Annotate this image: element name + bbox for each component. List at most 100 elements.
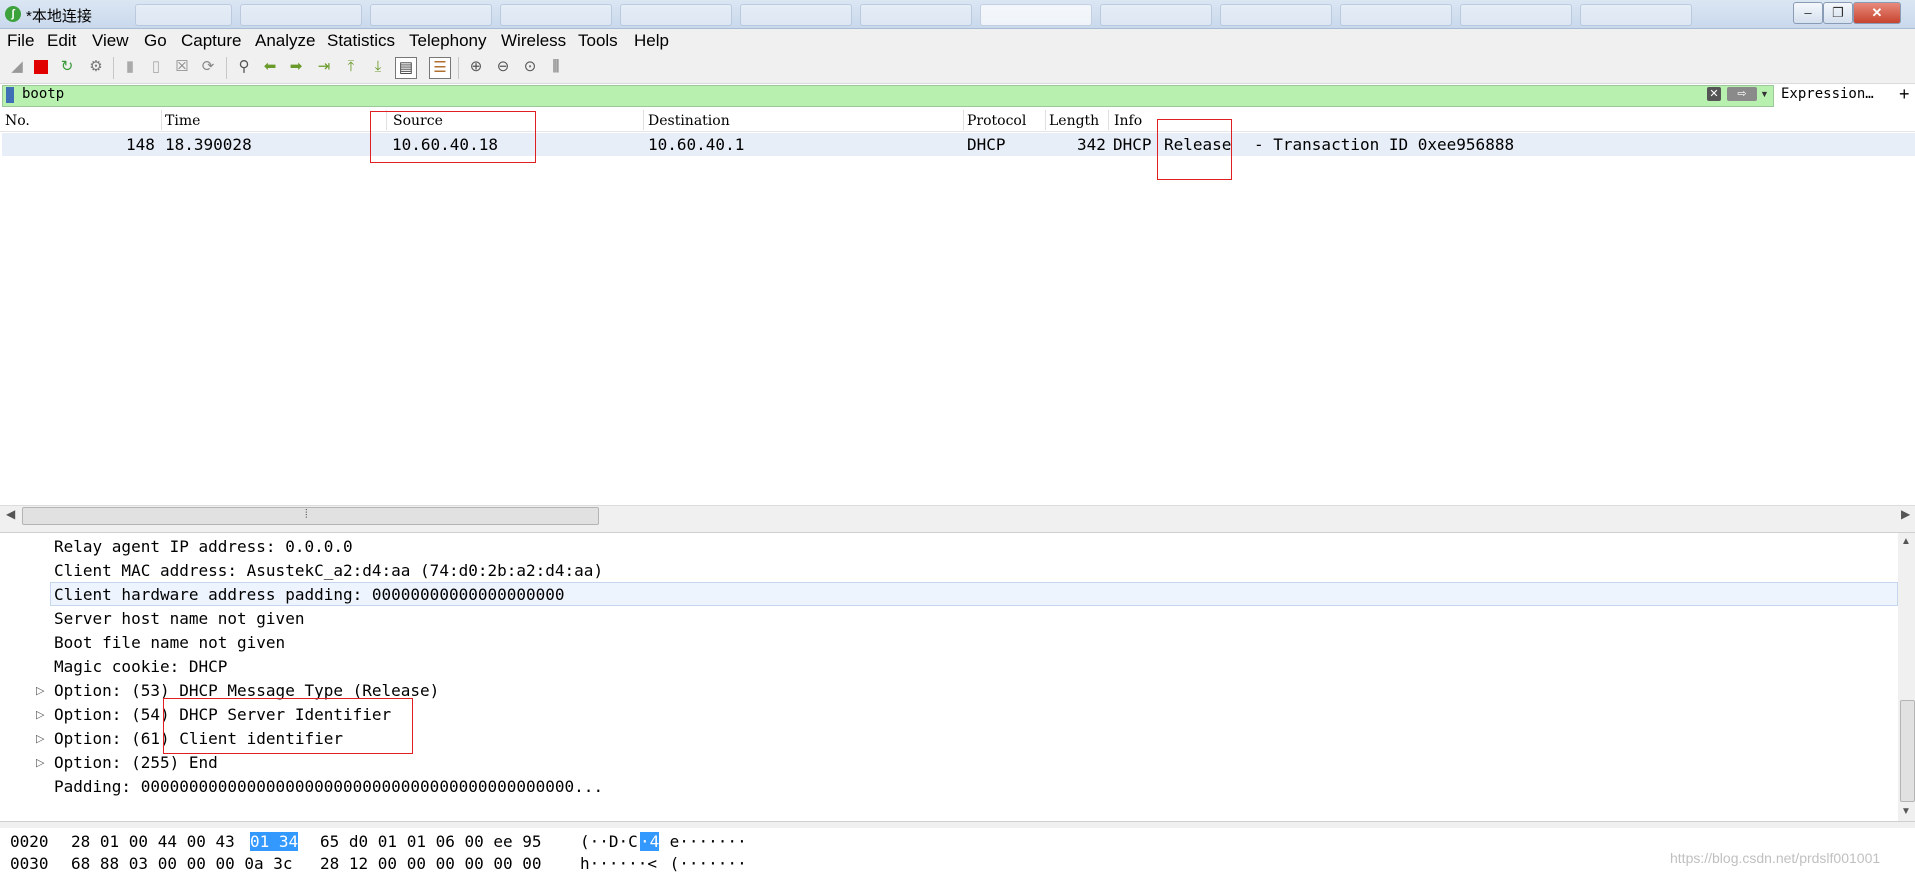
taskbar-tab[interactable] xyxy=(1100,4,1212,26)
menu-statistics[interactable]: Statistics xyxy=(327,31,395,51)
find-packet-icon[interactable]: ⚲ xyxy=(234,57,254,77)
expand-arrow-icon[interactable]: ▷ xyxy=(36,684,44,697)
scrollbar-thumb[interactable] xyxy=(1900,700,1915,802)
detail-option-255[interactable]: Option: (255) End xyxy=(54,753,218,772)
chevron-down-icon[interactable]: ▼ xyxy=(1760,87,1770,101)
bytes-ascii[interactable]: e······· xyxy=(660,832,747,851)
taskbar-tab[interactable] xyxy=(620,4,732,26)
bytes-ascii[interactable]: h······< xyxy=(580,854,657,873)
packet-info-protocol: DHCP xyxy=(1113,135,1152,154)
taskbar-tab[interactable] xyxy=(980,4,1092,26)
taskbar-tab[interactable] xyxy=(860,4,972,26)
taskbar-tab[interactable] xyxy=(1220,4,1332,26)
menu-analyze[interactable]: Analyze xyxy=(255,31,315,51)
restart-capture-icon[interactable]: ↻ xyxy=(57,57,77,77)
detail-line-selected[interactable]: Client hardware address padding: 0000000… xyxy=(54,585,565,604)
reload-file-icon[interactable]: ⟳ xyxy=(198,57,218,77)
start-capture-icon[interactable]: ◢ xyxy=(7,57,27,77)
stop-capture-icon[interactable] xyxy=(31,57,51,77)
expand-arrow-icon[interactable]: ▷ xyxy=(36,756,44,769)
filter-bookmark-icon[interactable] xyxy=(6,87,14,103)
taskbar-tab[interactable] xyxy=(1580,4,1692,26)
menu-capture[interactable]: Capture xyxy=(181,31,241,51)
capture-options-icon[interactable]: ⚙ xyxy=(86,57,106,77)
column-separator[interactable] xyxy=(1108,110,1109,130)
detail-line[interactable]: Client MAC address: AsustekC_a2:d4:aa (7… xyxy=(54,561,603,580)
add-filter-button[interactable]: + xyxy=(1899,84,1910,105)
column-separator[interactable] xyxy=(963,110,964,130)
close-icon[interactable]: ✕ xyxy=(1853,2,1901,24)
minimize-icon[interactable]: – xyxy=(1793,2,1823,24)
taskbar-tab[interactable] xyxy=(740,4,852,26)
window-title: *本地连接 xyxy=(26,8,92,25)
menu-tools[interactable]: Tools xyxy=(578,31,618,51)
colorize-icon[interactable]: ☰ xyxy=(429,57,451,79)
bytes-ascii-highlighted[interactable]: ·4 xyxy=(640,832,660,851)
column-header-destination[interactable]: Destination xyxy=(648,113,730,129)
zoom-in-icon[interactable]: ⊕ xyxy=(466,57,486,77)
last-packet-icon[interactable]: ⤓ xyxy=(368,57,388,77)
menu-file[interactable]: File xyxy=(7,31,34,51)
column-header-protocol[interactable]: Protocol xyxy=(967,113,1026,129)
detail-line[interactable]: Server host name not given xyxy=(54,609,304,628)
bytes-hex[interactable]: 65 d0 01 01 06 00 ee 95 xyxy=(320,832,542,851)
scroll-down-icon[interactable]: ▼ xyxy=(1901,806,1911,817)
detail-line-padding[interactable]: Padding: 0000000000000000000000000000000… xyxy=(54,777,603,796)
go-to-packet-icon[interactable]: ⇥ xyxy=(314,57,334,77)
save-file-icon[interactable]: ▯ xyxy=(146,57,166,77)
menu-edit[interactable]: Edit xyxy=(47,31,76,51)
taskbar-tab[interactable] xyxy=(135,4,232,26)
taskbar-tab[interactable] xyxy=(240,4,362,26)
autoscroll-icon[interactable]: ▤ xyxy=(395,57,417,79)
menu-help[interactable]: Help xyxy=(634,31,669,51)
go-back-icon[interactable]: ⬅ xyxy=(260,57,280,77)
open-file-icon[interactable]: ▮ xyxy=(120,57,140,77)
restore-icon[interactable]: ❐ xyxy=(1823,2,1853,24)
column-header-info[interactable]: Info xyxy=(1114,113,1142,129)
menu-wireless[interactable]: Wireless xyxy=(501,31,566,51)
detail-line[interactable]: Boot file name not given xyxy=(54,633,285,652)
taskbar-tab[interactable] xyxy=(500,4,612,26)
scrollbar-thumb[interactable] xyxy=(22,507,599,525)
detail-line[interactable]: Magic cookie: DHCP xyxy=(54,657,227,676)
menu-view[interactable]: View xyxy=(92,31,129,51)
column-separator[interactable] xyxy=(643,110,644,130)
packet-info-rest: - Transaction ID 0xee956888 xyxy=(1254,135,1515,154)
bytes-hex[interactable]: 68 88 03 00 00 00 0a 3c xyxy=(71,854,293,873)
packet-row[interactable] xyxy=(2,133,1915,156)
display-filter-input[interactable]: bootp xyxy=(22,86,64,102)
expand-arrow-icon[interactable]: ▷ xyxy=(36,732,44,745)
clear-filter-icon[interactable]: ✕ xyxy=(1707,87,1721,101)
expand-arrow-icon[interactable]: ▷ xyxy=(36,708,44,721)
bytes-hex-highlighted[interactable]: 01 34 xyxy=(250,832,299,851)
detail-line[interactable]: Relay agent IP address: 0.0.0.0 xyxy=(54,537,353,556)
resize-columns-icon[interactable]: ⫼ xyxy=(546,57,566,77)
taskbar-tab[interactable] xyxy=(1340,4,1452,26)
expression-button[interactable]: Expression… xyxy=(1781,86,1874,102)
first-packet-icon[interactable]: ⤒ xyxy=(341,57,361,77)
pane-splitter[interactable] xyxy=(0,526,1915,533)
bytes-hex[interactable]: 28 01 00 44 00 43 xyxy=(71,832,235,851)
column-separator[interactable] xyxy=(161,110,162,130)
scroll-left-icon[interactable]: ◀ xyxy=(6,507,15,521)
menu-telephony[interactable]: Telephony xyxy=(409,31,487,51)
column-separator[interactable] xyxy=(1045,110,1046,130)
bytes-ascii[interactable]: (··D·C xyxy=(580,832,638,851)
column-header-time[interactable]: Time xyxy=(165,113,200,129)
toolbar-separator xyxy=(226,57,227,79)
menu-go[interactable]: Go xyxy=(144,31,167,51)
go-forward-icon[interactable]: ➡ xyxy=(286,57,306,77)
scroll-up-icon[interactable]: ▲ xyxy=(1901,536,1911,547)
column-header-length[interactable]: Length xyxy=(1049,113,1099,129)
bytes-hex[interactable]: 28 12 00 00 00 00 00 00 xyxy=(320,854,542,873)
taskbar-tab[interactable] xyxy=(370,4,492,26)
zoom-reset-icon[interactable]: ⊙ xyxy=(520,57,540,77)
scroll-right-icon[interactable]: ▶ xyxy=(1901,507,1910,521)
column-header-no[interactable]: No. xyxy=(5,113,30,129)
zoom-out-icon[interactable]: ⊖ xyxy=(493,57,513,77)
close-file-icon[interactable]: ☒ xyxy=(172,57,192,77)
taskbar-tab[interactable] xyxy=(1460,4,1572,26)
apply-filter-icon[interactable]: ⇨ xyxy=(1727,87,1757,101)
bytes-ascii[interactable]: (······· xyxy=(660,854,747,873)
display-filter-bar[interactable] xyxy=(2,85,1774,107)
